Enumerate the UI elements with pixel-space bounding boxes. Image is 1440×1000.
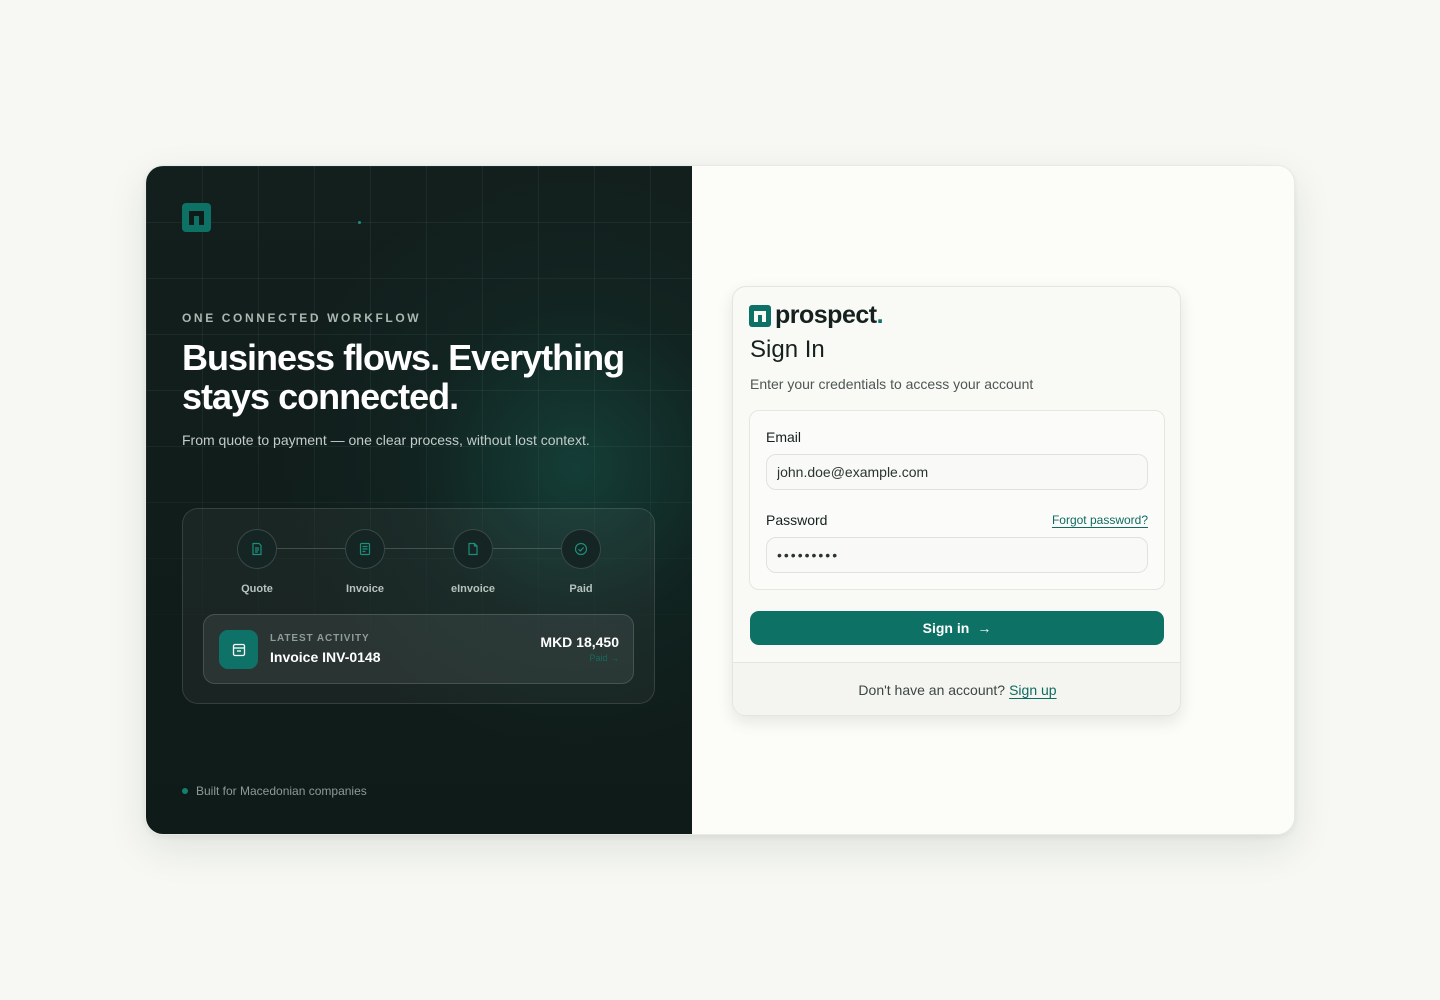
headline: Business flows. Everything stays connect…	[182, 337, 625, 417]
brand-logo: prospect.	[749, 301, 884, 330]
logo-dot	[358, 221, 361, 224]
auth-card: ONE CONNECTED WORKFLOW Business flows. E…	[145, 165, 1295, 835]
signin-footer: Don't have an account? Sign up	[733, 662, 1180, 715]
check-circle-icon	[561, 529, 601, 569]
sign-up-link[interactable]: Sign up	[1009, 682, 1056, 698]
grid-background	[146, 166, 692, 834]
document-icon	[237, 529, 277, 569]
step-label: Quote	[241, 583, 273, 595]
sign-in-label: Sign in	[922, 620, 970, 636]
step-paid: Paid	[541, 529, 621, 595]
forgot-password-link[interactable]: Forgot password?	[1052, 513, 1148, 527]
activity-title: Invoice INV-0148	[270, 649, 381, 665]
step-label: Invoice	[346, 583, 384, 595]
activity-status: Paid →	[589, 653, 619, 663]
step-invoice: Invoice	[325, 529, 405, 595]
subcopy: From quote to payment — one clear proces…	[182, 432, 590, 448]
status-dot-icon	[182, 788, 188, 794]
inbox-icon	[219, 630, 258, 669]
email-label: Email	[766, 429, 802, 445]
marketing-panel: ONE CONNECTED WORKFLOW Business flows. E…	[146, 166, 692, 834]
eyebrow-text: ONE CONNECTED WORKFLOW	[182, 311, 422, 325]
prospect-mark-icon	[749, 304, 771, 327]
signin-card: prospect. Sign In Enter your credentials…	[732, 286, 1181, 716]
signin-title: Sign In	[750, 336, 825, 363]
invoice-icon	[345, 529, 385, 569]
step-quote: Quote	[217, 529, 297, 595]
footnote: Built for Macedonian companies	[182, 784, 367, 798]
prospect-mark-icon	[182, 203, 211, 232]
step-label: Paid	[569, 583, 593, 595]
sign-in-button[interactable]: Sign in →	[750, 611, 1164, 645]
password-label: Password	[766, 512, 828, 528]
step-einvoice: eInvoice	[433, 529, 513, 595]
activity-amount: MKD 18,450	[540, 634, 619, 650]
latest-activity-card: LATEST ACTIVITY Invoice INV-0148 MKD 18,…	[203, 614, 634, 684]
signup-prompt: Don't have an account?	[858, 682, 1006, 698]
brand-name: prospect.	[775, 301, 884, 329]
workflow-connector	[257, 548, 580, 549]
arrow-right-icon: →	[977, 620, 992, 636]
footnote-text: Built for Macedonian companies	[196, 784, 367, 798]
activity-eyebrow: LATEST ACTIVITY	[270, 633, 370, 644]
email-field[interactable]	[766, 454, 1148, 490]
workflow-card: Quote Invoice eInvoice Paid LATEST ACTIV…	[182, 508, 655, 704]
password-field[interactable]	[766, 537, 1148, 573]
credentials-fieldset: Email Password Forgot password?	[749, 410, 1165, 590]
file-icon	[453, 529, 493, 569]
form-panel: prospect. Sign In Enter your credentials…	[692, 166, 1294, 834]
step-label: eInvoice	[450, 583, 496, 595]
signin-subtitle: Enter your credentials to access your ac…	[750, 376, 1034, 392]
